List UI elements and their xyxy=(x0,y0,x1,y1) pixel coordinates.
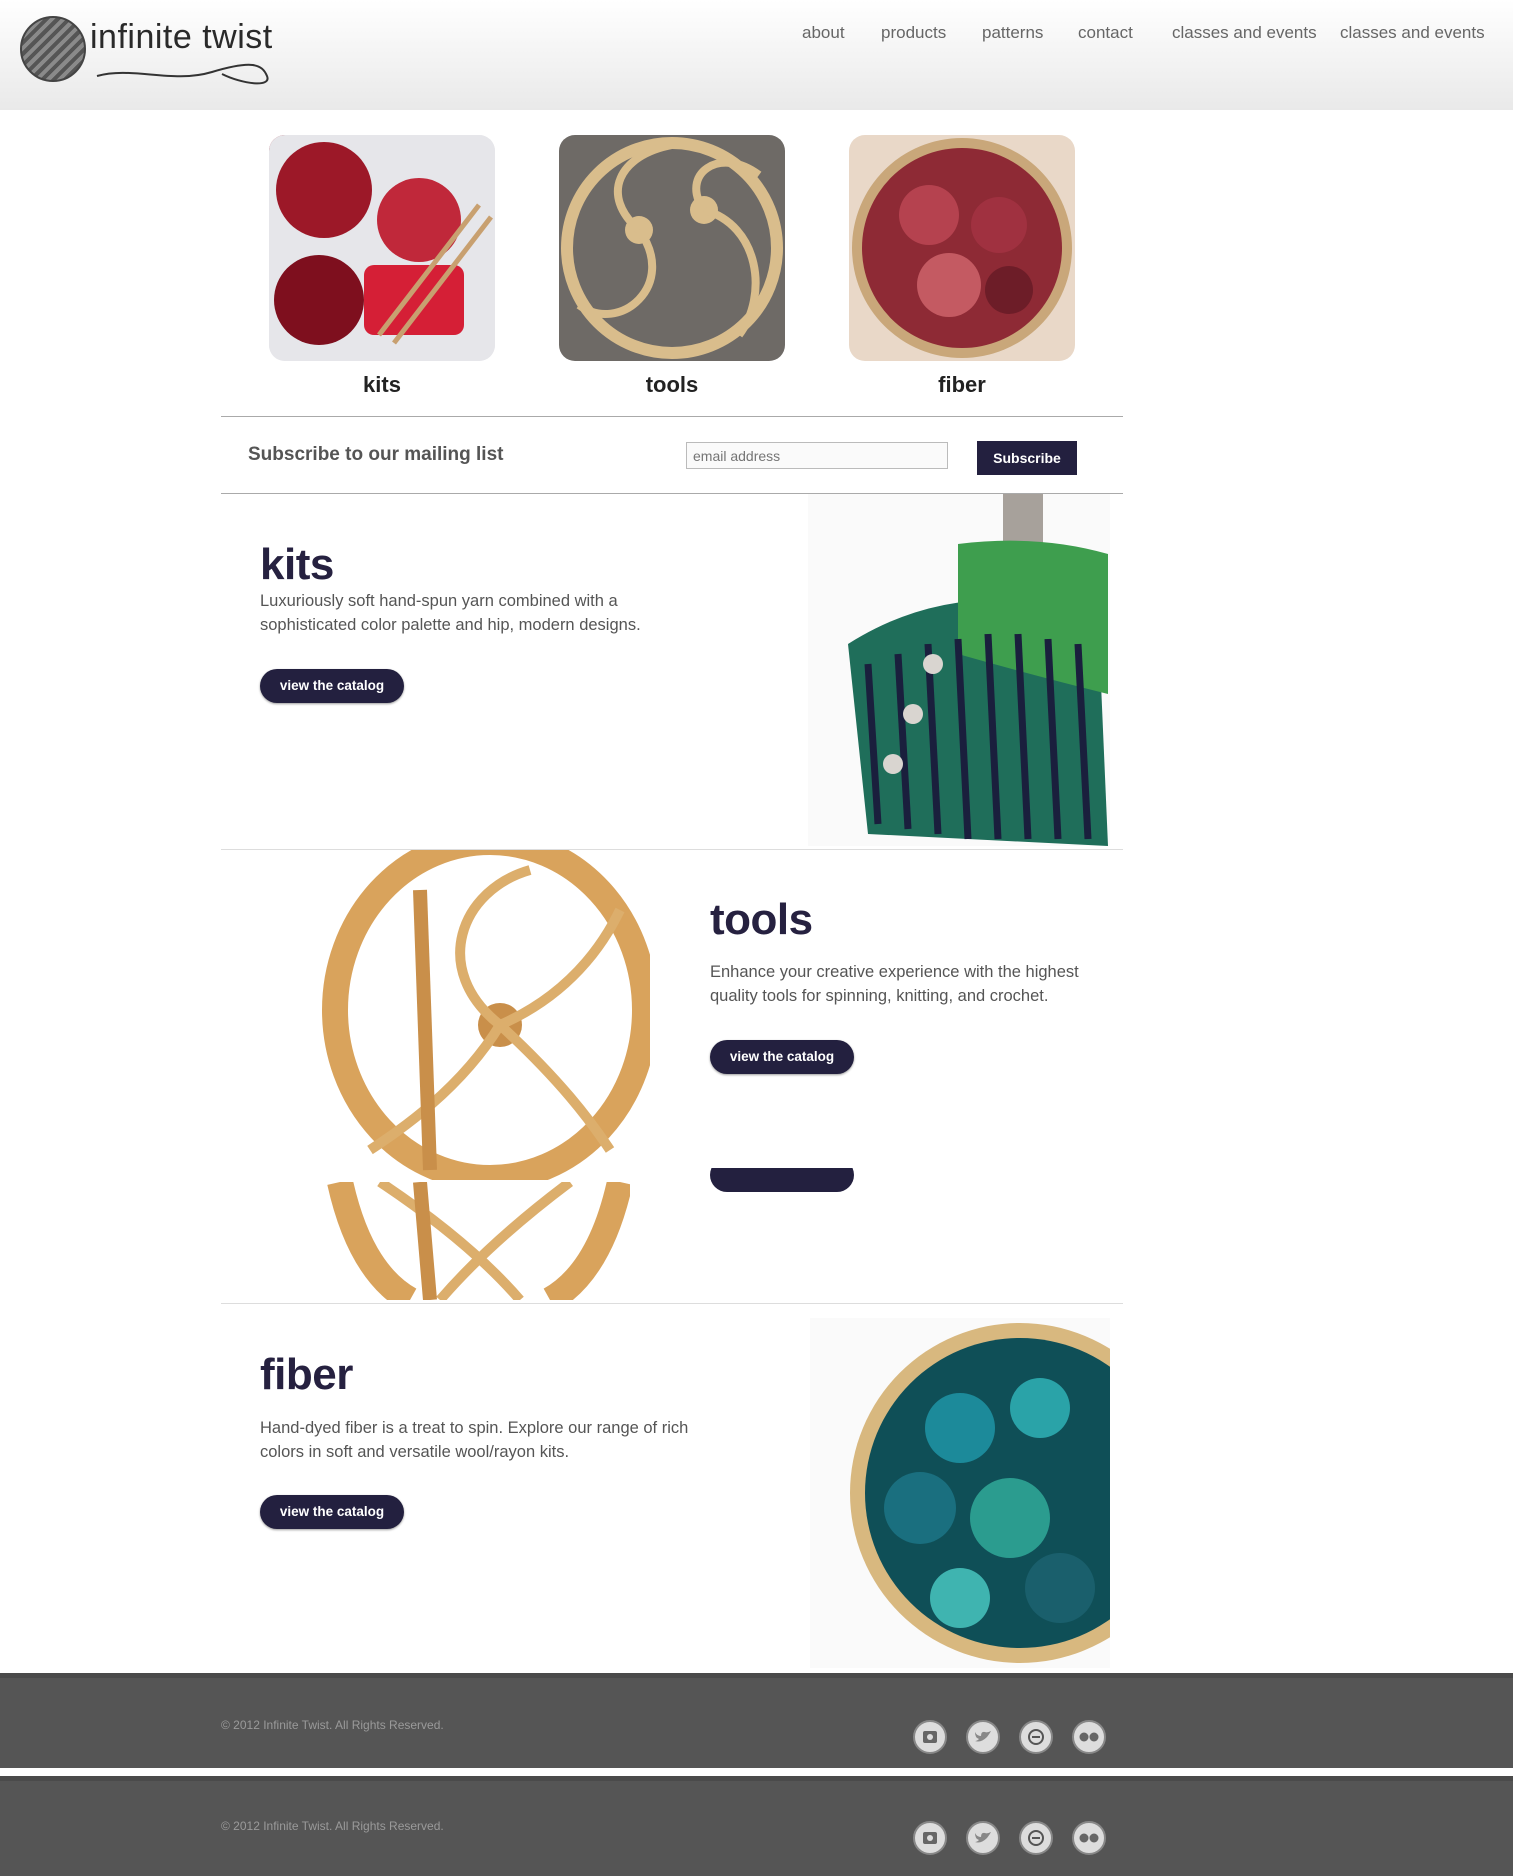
fiber-view-catalog-button[interactable]: view the catalog xyxy=(260,1495,404,1529)
fiber-thumbnail-image[interactable] xyxy=(849,135,1075,361)
site-footer: © 2012 Infinite Twist. All Rights Reserv… xyxy=(0,1673,1513,1768)
yarn-ball-logo-icon[interactable] xyxy=(20,16,86,82)
footer-gap xyxy=(0,1768,1513,1774)
tools-view-catalog-button[interactable]: view the catalog xyxy=(710,1040,854,1074)
site-header: infinite twist about products patterns c… xyxy=(0,0,1513,110)
fiber-section-description: Hand-dyed fiber is a treat to spin. Expl… xyxy=(260,1419,689,1461)
category-label-kits[interactable]: kits xyxy=(269,372,495,398)
instagram-icon[interactable] xyxy=(913,1720,947,1754)
fiber-bowl-image xyxy=(810,1318,1110,1668)
fiber-section-title: fiber xyxy=(260,1350,353,1399)
nav-patterns[interactable]: patterns xyxy=(982,23,1043,43)
subscribe-label: Subscribe to our mailing list xyxy=(248,444,504,465)
tools-spinning-wheel-image-fragment xyxy=(320,1182,630,1300)
category-label-tools[interactable]: tools xyxy=(559,372,785,398)
divider xyxy=(221,1303,1123,1304)
kits-section-title: kits xyxy=(260,540,334,589)
kits-cowl-image xyxy=(808,494,1110,846)
footer-copyright: © 2012 Infinite Twist. All Rights Reserv… xyxy=(221,1819,444,1833)
tools-spinning-wheel-image xyxy=(320,829,658,1191)
site-logo-text[interactable]: infinite twist xyxy=(90,18,273,57)
subscribe-button[interactable]: Subscribe xyxy=(977,441,1077,475)
flickr-icon[interactable] xyxy=(1072,1720,1106,1754)
tools-view-catalog-button-fragment xyxy=(710,1168,854,1192)
category-label-fiber[interactable]: fiber xyxy=(849,372,1075,398)
etsy-icon[interactable] xyxy=(1019,1720,1053,1754)
twitter-icon[interactable] xyxy=(966,1821,1000,1855)
nav-contact[interactable]: contact xyxy=(1078,23,1133,43)
kits-view-catalog-button[interactable]: view the catalog xyxy=(260,669,404,703)
tools-thumbnail-image[interactable] xyxy=(559,135,785,361)
nav-about[interactable]: about xyxy=(802,23,845,43)
nav-classes-and-events-2[interactable]: classes and events xyxy=(1340,23,1485,43)
nav-products[interactable]: products xyxy=(881,23,946,43)
flickr-icon[interactable] xyxy=(1072,1821,1106,1855)
logo-swirl-icon xyxy=(96,63,269,85)
footer-copyright: © 2012 Infinite Twist. All Rights Reserv… xyxy=(221,1718,444,1732)
kits-thumbnail-image[interactable] xyxy=(269,135,495,361)
email-field[interactable] xyxy=(686,442,948,469)
tools-section-title: tools xyxy=(710,895,813,944)
etsy-icon[interactable] xyxy=(1019,1821,1053,1855)
tools-section-description: Enhance your creative experience with th… xyxy=(710,963,1079,1005)
instagram-icon[interactable] xyxy=(913,1821,947,1855)
site-footer-duplicate: © 2012 Infinite Twist. All Rights Reserv… xyxy=(0,1776,1513,1876)
kits-section-description: Luxuriously soft hand-spun yarn combined… xyxy=(260,592,641,634)
twitter-icon[interactable] xyxy=(966,1720,1000,1754)
divider xyxy=(221,416,1123,417)
nav-classes-and-events[interactable]: classes and events xyxy=(1172,23,1317,43)
